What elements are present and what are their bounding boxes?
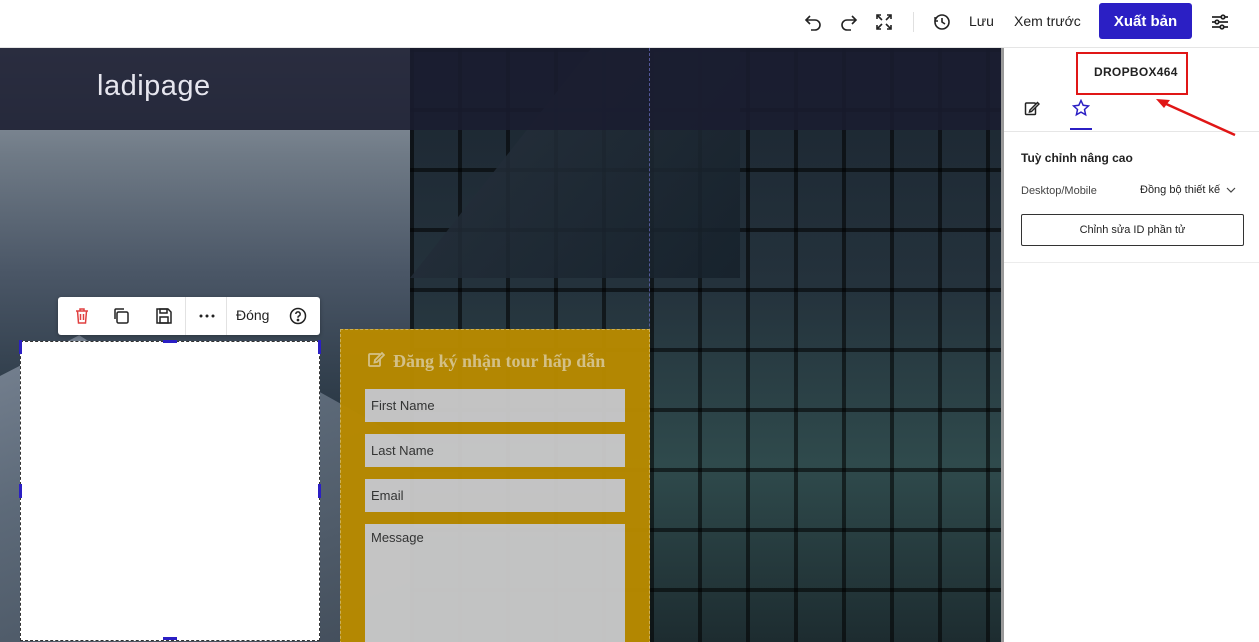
toolbar-divider [226,297,227,335]
first-name-field[interactable] [365,389,625,422]
signup-form[interactable]: Đăng ký nhận tour hấp dẫn [340,329,650,642]
star-icon[interactable] [1069,96,1093,120]
sliders-icon[interactable] [1208,10,1232,34]
publish-button[interactable]: Xuất bản [1099,3,1192,39]
email-field[interactable] [365,479,625,512]
resize-handle-left[interactable] [19,484,22,498]
last-name-field[interactable] [365,434,625,467]
top-toolbar: Lưu Xem trước Xuất bản [0,0,1259,48]
resize-handle-corner-tl[interactable] [19,340,22,354]
redo-icon[interactable] [837,10,861,34]
toolbar-divider [913,12,914,32]
element-toolbar: Đóng [58,297,320,335]
fullscreen-icon[interactable] [872,10,896,34]
help-circle-icon[interactable] [286,304,310,328]
resize-handle-right[interactable] [318,484,321,498]
edit-icon[interactable] [1020,96,1044,120]
copy-icon[interactable] [109,304,133,328]
resize-handle-bottom[interactable] [163,637,177,640]
annotation-arrow-icon [1156,99,1236,137]
panel-separator [1004,262,1259,263]
advanced-settings-title: Tuỳ chỉnh nâng cao [1021,151,1133,165]
form-title: Đăng ký nhận tour hấp dẫn [367,350,605,373]
trash-icon[interactable] [70,304,94,328]
selected-dropbox-element[interactable] [20,341,320,641]
ladipage-logo: ladipage [97,70,211,102]
element-id-label: DROPBOX464 [1094,65,1178,79]
sync-design-value: Đồng bộ thiết kế [1140,184,1221,196]
device-label: Desktop/Mobile [1021,185,1097,197]
history-icon[interactable] [930,10,954,34]
form-title-text: Đăng ký nhận tour hấp dẫn [393,351,606,371]
chevron-down-icon [1226,184,1236,196]
editor-canvas[interactable]: ladipage Đăng ký nhận tour hấp dẫn First… [0,48,1001,642]
preview-button[interactable]: Xem trước [1014,12,1081,30]
edit-note-icon [367,350,386,373]
save-button[interactable]: Lưu [969,12,994,30]
undo-icon[interactable] [801,10,825,34]
edit-element-id-button[interactable]: Chỉnh sửa ID phần tử [1021,214,1244,246]
message-field[interactable] [365,524,625,642]
resize-handle-corner-tr[interactable] [318,340,321,354]
landing-header[interactable]: ladipage [0,48,1001,130]
resize-handle-top[interactable] [163,340,177,343]
sync-design-select[interactable]: Đồng bộ thiết kế [1140,184,1236,196]
toolbar-divider [185,297,186,335]
active-tab-indicator [1070,128,1092,130]
floppy-icon[interactable] [152,304,176,328]
close-toolbar-button[interactable]: Đóng [236,307,269,323]
more-horizontal-icon[interactable] [195,304,219,328]
